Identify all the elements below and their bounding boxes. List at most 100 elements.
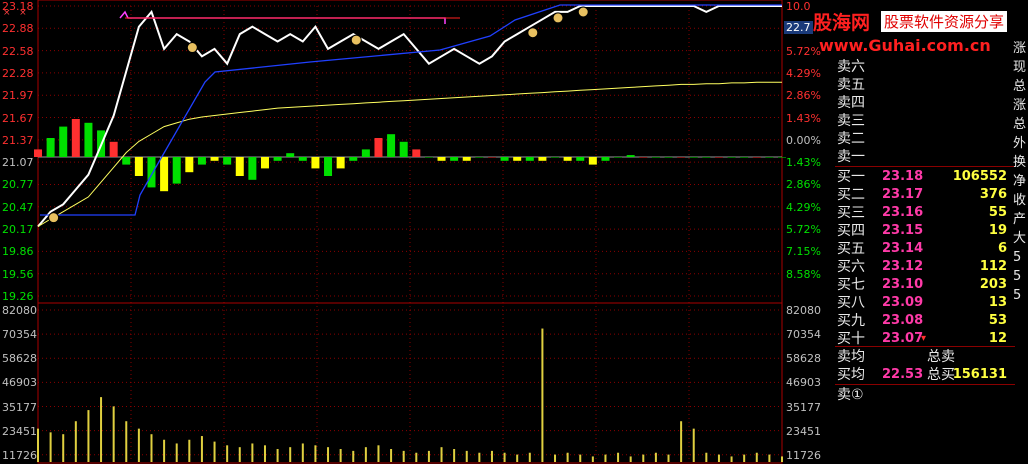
volume-bar	[453, 449, 456, 462]
price-axis-label: 21.37	[2, 133, 34, 147]
price-axis-label: 21.97	[2, 89, 34, 103]
quote-summary-label: 总	[1013, 79, 1027, 94]
sell-level-row[interactable]: 卖二	[835, 130, 1015, 148]
buy-level-price: 23.08	[882, 313, 924, 328]
buy-level-volume: 13	[988, 295, 1007, 310]
macd-bar	[424, 157, 433, 158]
macd-bar	[664, 157, 673, 158]
macd-bar	[374, 138, 383, 157]
sell-queue-row[interactable]: 卖①	[835, 386, 1015, 404]
buy-level-price: 23.10	[882, 277, 924, 292]
buy-level-row[interactable]: 买一 23.18 106552	[835, 168, 1015, 186]
buy-level-volume: 53	[988, 313, 1007, 328]
buy-level-label: 买六	[837, 259, 865, 275]
price-series-line	[37, 5, 782, 228]
volume-bar	[541, 328, 544, 462]
volume-axis-label: 46903	[2, 376, 37, 390]
macd-bar	[361, 149, 370, 157]
macd-bar	[210, 157, 219, 161]
watermark-logo: 股海网 股票软件资源分享 www.Guhai.com.cn	[813, 8, 1028, 62]
macd-bar	[752, 157, 761, 158]
price-axis-label: 20.77	[2, 178, 34, 192]
price-axis-label: 22.58	[2, 44, 34, 58]
logo-subtitle: 股票软件资源分享	[881, 11, 1008, 32]
macd-bar	[487, 157, 496, 158]
volume-bar	[717, 454, 720, 462]
buy-level-volume: 376	[979, 187, 1007, 202]
buy-level-row[interactable]: 买六 23.12 112	[835, 258, 1015, 276]
buy-level-label: 买三	[837, 205, 865, 221]
price-axis-label: 20.17	[2, 223, 34, 237]
macd-bar	[311, 157, 320, 169]
volume-bar	[730, 456, 733, 462]
volume-axis-label: 35177	[786, 400, 821, 414]
macd-bar	[651, 157, 660, 158]
volume-bar	[667, 454, 670, 462]
macd-bar	[109, 141, 118, 157]
volume-bar	[478, 452, 481, 462]
volume-bar	[87, 410, 90, 462]
macd-bar	[677, 157, 686, 158]
macd-bar	[324, 157, 333, 176]
volume-bar	[377, 445, 380, 462]
volume-bar	[490, 450, 493, 462]
percent-axis-label: 1.43%	[786, 111, 821, 125]
volume-bar	[629, 456, 632, 462]
buy-level-label: 买二	[837, 187, 865, 203]
sell-level-row[interactable]: 卖五	[835, 76, 1015, 94]
sell-level-row[interactable]: 卖三	[835, 112, 1015, 130]
sell-level-row[interactable]: 卖一	[835, 148, 1015, 166]
sell-level-label: 卖二	[837, 131, 865, 147]
volume-bar	[213, 441, 216, 462]
macd-bar	[714, 157, 723, 158]
avg-sell-row[interactable]: 卖均 总卖	[835, 348, 1015, 366]
macd-bar	[462, 157, 471, 161]
buy-level-label: 买四	[837, 223, 865, 239]
buy-level-volume: 106552	[952, 169, 1007, 184]
sell-level-label: 卖五	[837, 77, 865, 93]
orderbook-divider	[835, 346, 1015, 347]
volume-bar	[781, 456, 783, 462]
buy-level-row[interactable]: 买二 23.17 376	[835, 186, 1015, 204]
macd-bar	[475, 157, 484, 158]
logo-title: 股海网	[813, 12, 871, 34]
macd-bar	[46, 138, 55, 157]
volume-bar	[390, 449, 393, 462]
buy-level-volume: 19	[988, 223, 1007, 238]
macd-bar	[84, 122, 93, 157]
volume-bar	[566, 452, 569, 462]
macd-bar	[513, 157, 522, 161]
buy-level-price: 23.17	[882, 187, 924, 202]
quote-summary-label: 总	[1013, 117, 1027, 132]
volume-bar	[617, 452, 620, 462]
volume-bar	[226, 445, 229, 462]
buy-level-row[interactable]: 买四 23.15 19	[835, 222, 1015, 240]
quote-summary-column: 涨现总涨总外换净收产大555	[1012, 0, 1028, 464]
volume-axis-label: 70354	[2, 328, 37, 342]
buy-level-row[interactable]: 买七 23.10 203	[835, 276, 1015, 294]
volume-axis-label: 82080	[2, 304, 37, 317]
macd-bar	[147, 157, 156, 188]
volume-bar	[327, 447, 330, 462]
buy-level-row[interactable]: 买九 23.08 53	[835, 312, 1015, 330]
volume-bar	[112, 406, 115, 462]
volume-axis-label: 11726	[2, 448, 37, 462]
buy-level-row[interactable]: 买八 23.09 13	[835, 294, 1015, 312]
macd-bar	[727, 157, 736, 158]
macd-bar	[336, 157, 345, 169]
signal-marker-icon	[48, 212, 60, 224]
volume-axis-label: 82080	[786, 304, 821, 317]
volume-bar	[339, 449, 342, 462]
buy-level-row[interactable]: 买三 23.16 55	[835, 204, 1015, 222]
volume-bar	[137, 428, 140, 462]
macd-bar	[450, 157, 459, 161]
volume-bar	[175, 443, 178, 462]
avg-buy-row[interactable]: 买均 22.53 总买 156131	[835, 366, 1015, 384]
total-buy-volume: 156131	[952, 367, 1007, 382]
volume-bar	[680, 421, 683, 462]
sell-level-row[interactable]: 卖四	[835, 94, 1015, 112]
buy-level-row[interactable]: 买五 23.14 6	[835, 240, 1015, 258]
macd-bar	[298, 157, 307, 161]
macd-bar	[122, 157, 131, 165]
buy-level-label: 买七	[837, 277, 865, 293]
